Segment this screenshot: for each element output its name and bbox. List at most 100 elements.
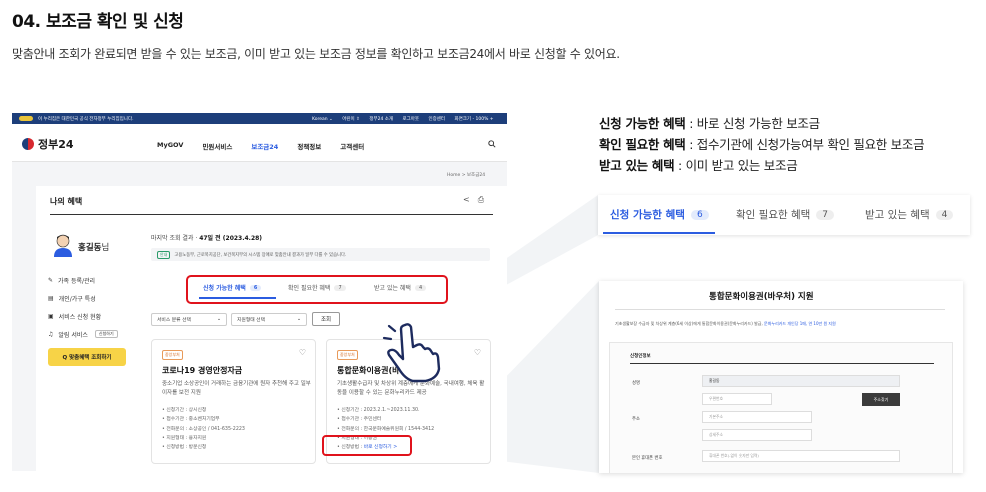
clipboard-icon: ▣ — [48, 312, 54, 320]
zoom-tab-label: 받고 있는 혜택 — [865, 209, 930, 221]
card-meta-line: • 지원형태 : 융자지원 — [162, 435, 207, 441]
legend-row: 받고 있는 혜택 : 이미 받고 있는 보조금 — [599, 155, 924, 176]
legend-row: 확인 필요한 혜택 : 접수기관에 신청가능여부 확인 필요한 보조금 — [599, 134, 925, 155]
service-category-select[interactable]: 서비스 분류 선택 ⌄ — [151, 313, 227, 326]
tab-available[interactable]: 신청 가능한 혜택 6 — [203, 283, 262, 292]
auth-center-link[interactable]: 인증센터 — [428, 117, 445, 122]
tab-check-needed[interactable]: 확인 필요한 혜택 7 — [288, 283, 346, 292]
gov24-screenshot: 이 누리집은 대한민국 공식 전자정부 누리집입니다. Korean ⌄ 어린이… — [12, 113, 507, 471]
last-query-label: 마지막 조회 결과 — [151, 235, 194, 242]
zoom-tab-check[interactable]: 확인 필요한 혜택 7 — [736, 207, 835, 222]
card-meta-line: • 전화문의 : 소상공인 / 041-635-2223 — [162, 426, 245, 432]
last-query: 마지막 조회 결과 · 47일 전 (2023.4.28) — [151, 235, 263, 242]
detail-address-field[interactable]: 상세주소 — [702, 429, 812, 441]
support-type-select[interactable]: 지원형태 선택 ⌄ — [231, 313, 307, 326]
card-meta-line: • 접수기관 : 중소벤처기업부 — [162, 417, 220, 423]
section-description: 맞춤안내 조회가 완료되면 받을 수 있는 보조금, 이미 받고 있는 보조금 … — [12, 47, 620, 61]
side-menu: ✎ 가족 등록/관리 ▤ 개인/가구 특성 ▣ 서비스 신청 현황 ♫ 알림 서비스 신청… — [48, 271, 118, 343]
taegeuk-icon — [19, 116, 33, 121]
zoom-tab-receiving[interactable]: 받고 있는 혜택 4 — [865, 207, 954, 222]
service-category-value: 서비스 분류 선택 — [157, 318, 191, 323]
side-item-household[interactable]: ▤ 개인/가구 특성 — [48, 289, 118, 307]
legend-def: : 이미 받고 있는 보조금 — [674, 158, 798, 173]
avatar — [54, 234, 72, 257]
language-select[interactable]: Korean ⌄ — [312, 117, 333, 122]
find-address-button[interactable]: 주소찾기 — [862, 393, 900, 406]
gov-banner-links: Korean ⌄ 어린이 ⇧ 정부24 소개 로그아웃 인증센터 화면크기 - … — [312, 116, 502, 122]
form-section-title: 신청인정보 — [630, 354, 651, 359]
legend-term: 받고 있는 혜택 — [599, 158, 675, 173]
zoom-tab-count: 4 — [935, 209, 954, 220]
gov-banner: 이 누리집은 대한민국 공식 전자정부 누리집입니다. Korean ⌄ 어린이… — [12, 113, 507, 124]
user-name-suffix: 님 — [101, 243, 110, 253]
custom-benefit-search-button[interactable]: Q 맞춤혜택 조회하기 — [48, 348, 126, 366]
user-name: 홍길동님 — [78, 241, 109, 253]
form-title: 통합문화이용권(바우처) 지원 — [709, 292, 814, 302]
tab-check-label: 확인 필요한 혜택 — [288, 285, 331, 292]
search-icon[interactable] — [488, 140, 496, 148]
tab-available-count: 6 — [249, 284, 262, 291]
tab-legend: 신청 가능한 혜택 : 바로 신청 가능한 보조금 확인 필요한 혜택 : 접수… — [599, 113, 925, 176]
tab-receiving[interactable]: 받고 있는 혜택 4 — [374, 283, 427, 292]
form-desc-link[interactable]: 문화누리카드 개인당 1매, 연 10만 원 지원 — [764, 321, 836, 326]
lookup-button[interactable]: 조회 — [312, 312, 340, 326]
nav-policy[interactable]: 정책정보 — [297, 141, 321, 151]
legend-def: : 바로 신청 가능한 보조금 — [685, 116, 820, 131]
nav-mygov[interactable]: MyGOV — [157, 141, 183, 151]
card-title: 코로나19 경영안정자금 — [162, 366, 243, 375]
side-item-family-label: 가족 등록/관리 — [58, 277, 96, 285]
side-item-family[interactable]: ✎ 가족 등록/관리 — [48, 271, 118, 289]
phone-field[interactable]: 휴대폰 번호(-없이 숫자만 입력) — [702, 450, 900, 462]
heart-icon[interactable]: ♡ — [474, 348, 481, 357]
nav-subsidy24[interactable]: 보조금24 — [251, 141, 278, 151]
card-meta-line: • 신청기간 : 상시신청 — [162, 408, 207, 413]
card-meta-line: • 신청방법 : 방문신청 — [162, 445, 207, 451]
tab-receiving-label: 받고 있는 혜택 — [374, 285, 411, 292]
tab-check-count: 7 — [334, 284, 346, 291]
page-tools: < ⎙ — [463, 195, 484, 205]
form-description: 기초생활보장 수급자 및 차상위 계층(6세 이상)에게 통합문화이용권(문화누… — [615, 321, 836, 327]
applicant-form: 신청인정보 성명 홍길동 우편번호 주소 주소찾기 기본주소 상세주소 본인 휴… — [609, 342, 953, 473]
chevron-down-icon: ⌄ — [296, 317, 301, 322]
alarm-apply-button[interactable]: 신청하기 — [94, 330, 118, 338]
name-field[interactable]: 홍길동 — [702, 375, 900, 387]
zoom-tab-available[interactable]: 신청 가능한 혜택 6 — [610, 207, 709, 222]
kids-link[interactable]: 어린이 ⇧ — [342, 117, 360, 122]
side-item-status[interactable]: ▣ 서비스 신청 현황 — [48, 307, 118, 325]
print-icon[interactable]: ⎙ — [478, 195, 484, 205]
zoomed-application-form: 통합문화이용권(바우처) 지원 기초생활보장 수급자 및 차상위 계층(6세 이… — [599, 281, 963, 473]
form-title-divider — [615, 309, 945, 310]
heading-divider — [50, 214, 493, 215]
chevron-down-icon: ⌄ — [216, 317, 221, 322]
bell-icon: ♫ — [48, 330, 54, 338]
zoom-tab-count: 7 — [816, 209, 835, 220]
card-icon: ▤ — [48, 294, 54, 302]
notice-tag: 안내 — [157, 250, 171, 259]
card-description: 중소기업 소상공인이 거래하는 금융기관에 원자 추천해 주고 일부 이자를 보… — [162, 381, 311, 396]
tab-receiving-count: 4 — [414, 284, 427, 291]
share-icon[interactable]: < — [463, 195, 470, 205]
legend-def: : 접수기관에 신청가능여부 확인 필요한 보조금 — [685, 137, 925, 152]
pointer-hand-icon — [382, 323, 441, 383]
postcode-field[interactable]: 우편번호 — [702, 393, 772, 405]
notice-text: 고용노동부, 근로복지공단, 보건복지부의 시스템 장애로 맞춤안내 결과가 일… — [174, 252, 347, 258]
nav-customer-center[interactable]: 고객센터 — [340, 141, 364, 151]
gov-logo-icon — [22, 138, 34, 150]
card-meta: • 신청기간 : 상시신청 • 접수기관 : 중소벤처기업부 • 전화문의 : … — [162, 406, 245, 452]
about-link[interactable]: 정부24 소개 — [369, 117, 393, 122]
gov24-logo[interactable]: 정부24 — [22, 136, 74, 152]
logout-link[interactable]: 로그아웃 — [402, 117, 419, 122]
side-item-alarm[interactable]: ♫ 알림 서비스 신청하기 — [48, 325, 118, 343]
card-meta-line: • 전화문의 : 한국문화예술위원회 / 1544-3412 — [337, 426, 435, 432]
notice-bar: 안내 고용노동부, 근로복지공단, 보건복지부의 시스템 장애로 맞춤안내 결과… — [151, 248, 490, 261]
side-item-household-label: 개인/가구 특성 — [58, 295, 96, 303]
address-field[interactable]: 기본주소 — [702, 411, 812, 423]
label-address: 주소 — [632, 417, 640, 422]
heart-icon[interactable]: ♡ — [299, 348, 306, 357]
section-title: 04. 보조금 확인 및 신청 — [12, 12, 184, 32]
zoom-control[interactable]: 화면크기 - 100% + — [454, 117, 493, 122]
benefit-card[interactable]: 중앙부처 ♡ 코로나19 경영안정자금 중소기업 소상공인이 거래하는 금융기관… — [151, 339, 316, 464]
page-heading: 나의 혜택 — [50, 197, 83, 206]
nav-civil-service[interactable]: 민원서비스 — [202, 141, 232, 151]
support-type-value: 지원형태 선택 — [237, 318, 266, 323]
